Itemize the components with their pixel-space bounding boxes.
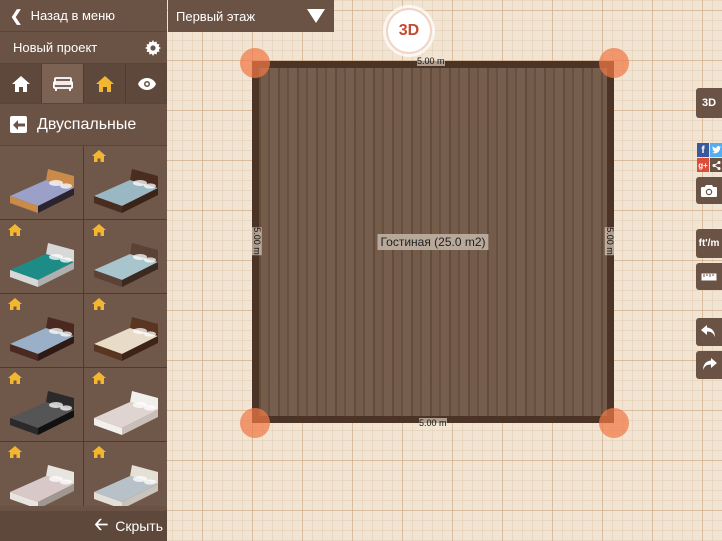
google-plus-icon: g+ bbox=[697, 158, 709, 172]
units-toggle-label: ft'/m bbox=[698, 238, 720, 249]
tab-furniture[interactable] bbox=[42, 64, 84, 103]
facebook-icon: f bbox=[697, 143, 709, 157]
premium-home-icon bbox=[92, 298, 106, 310]
bed-thumbnail-icon bbox=[94, 243, 158, 287]
home-premium-icon bbox=[95, 75, 114, 92]
gear-icon[interactable] bbox=[143, 38, 163, 58]
corner-handle-bottom-left[interactable] bbox=[240, 408, 270, 438]
bed-thumbnail-icon bbox=[94, 465, 158, 506]
furniture-item-bed-white-ornate[interactable] bbox=[84, 368, 167, 441]
project-name: Новый проект bbox=[13, 40, 98, 55]
view-3d-label: 3D bbox=[701, 97, 717, 109]
furniture-item-bed-grey-headboard[interactable] bbox=[84, 220, 167, 293]
dimension-bottom: 5.00 m bbox=[419, 418, 447, 428]
furniture-item-bed-black-platform[interactable] bbox=[0, 368, 83, 441]
tab-home[interactable] bbox=[0, 64, 42, 103]
dimension-left: 5.00 m bbox=[251, 227, 262, 255]
furniture-item-bed-slatted-wood[interactable] bbox=[84, 294, 167, 367]
view-3d-toggle-label: 3D bbox=[398, 22, 420, 39]
corner-handle-bottom-right[interactable] bbox=[599, 408, 629, 438]
hide-panel-button[interactable]: 🡠 Скрыть bbox=[0, 511, 167, 541]
chevron-left-icon: ❮ bbox=[10, 7, 23, 25]
dimension-top: 5.00 m bbox=[417, 56, 445, 66]
arrow-left-icon: 🡠 bbox=[94, 514, 109, 534]
floor-select-value: Первый этаж bbox=[176, 8, 256, 24]
ruler-button[interactable] bbox=[696, 263, 722, 290]
floor-select[interactable]: Первый этаж bbox=[168, 0, 334, 32]
camera-icon bbox=[701, 184, 717, 197]
share-social-button[interactable]: f g+ bbox=[696, 142, 722, 173]
redo-button[interactable] bbox=[696, 351, 722, 379]
home-icon bbox=[11, 75, 30, 92]
undo-icon bbox=[701, 325, 715, 337]
premium-home-icon bbox=[8, 298, 22, 310]
hide-panel-label: Скрыть bbox=[115, 518, 163, 534]
bed-thumbnail-icon bbox=[10, 465, 74, 506]
tab-premium-home[interactable] bbox=[84, 64, 126, 103]
furniture-grid bbox=[0, 146, 167, 506]
room-living[interactable]: Гостиная (25.0 m2) bbox=[252, 61, 614, 423]
furniture-item-bed-metal-frame[interactable] bbox=[0, 442, 83, 506]
back-to-menu-button[interactable]: ❮ Назад в меню bbox=[0, 0, 167, 32]
units-toggle-button[interactable]: ft'/m bbox=[696, 229, 722, 258]
bed-thumbnail-icon bbox=[94, 391, 158, 435]
twitter-icon bbox=[710, 143, 722, 157]
back-to-menu-label: Назад в меню bbox=[30, 8, 116, 23]
corner-handle-top-left[interactable] bbox=[240, 48, 270, 78]
ruler-icon bbox=[701, 273, 717, 280]
bed-thumbnail-icon bbox=[10, 317, 74, 361]
category-title: Двуспальные bbox=[37, 115, 137, 133]
furniture-item-bed-daybed[interactable] bbox=[84, 442, 167, 506]
undo-button[interactable] bbox=[696, 318, 722, 346]
premium-home-icon bbox=[92, 150, 106, 162]
furniture-item-bed-dark-headboard[interactable] bbox=[0, 294, 83, 367]
eye-icon bbox=[137, 77, 156, 90]
view-3d-toggle-button[interactable]: 3D bbox=[386, 8, 432, 54]
tab-view[interactable] bbox=[126, 64, 167, 103]
bed-thumbnail-icon bbox=[94, 317, 158, 361]
premium-home-icon bbox=[8, 224, 22, 236]
redo-icon bbox=[703, 358, 717, 370]
camera-button[interactable] bbox=[696, 177, 722, 204]
project-header: Новый проект bbox=[0, 32, 167, 64]
premium-home-icon bbox=[92, 224, 106, 236]
premium-home-icon bbox=[92, 372, 106, 384]
furniture-item-bed-teal-white[interactable] bbox=[0, 220, 83, 293]
premium-home-icon bbox=[92, 446, 106, 458]
furniture-item-bed-dark-wood[interactable] bbox=[0, 146, 83, 219]
share-icon bbox=[710, 158, 722, 172]
triangle-down-icon bbox=[307, 9, 325, 23]
bed-thumbnail-icon bbox=[10, 391, 74, 435]
premium-home-icon bbox=[8, 372, 22, 384]
bed-thumbnail-icon bbox=[10, 169, 74, 213]
bed-thumbnail-icon bbox=[94, 169, 158, 213]
view-3d-button[interactable]: 3D bbox=[696, 88, 722, 118]
bed-thumbnail-icon bbox=[10, 243, 74, 287]
dimension-right: 5.00 m bbox=[604, 227, 615, 255]
arrow-left-icon bbox=[10, 116, 27, 133]
corner-handle-top-right[interactable] bbox=[599, 48, 629, 78]
category-back-button[interactable]: Двуспальные bbox=[0, 104, 167, 146]
category-tabs bbox=[0, 64, 167, 104]
sofa-icon bbox=[52, 76, 73, 91]
room-label[interactable]: Гостиная (25.0 m2) bbox=[377, 234, 489, 250]
sidebar: ❮ Назад в меню Новый проект Двуспальные … bbox=[0, 0, 167, 541]
furniture-item-bed-brown-frame[interactable] bbox=[84, 146, 167, 219]
premium-home-icon bbox=[8, 446, 22, 458]
